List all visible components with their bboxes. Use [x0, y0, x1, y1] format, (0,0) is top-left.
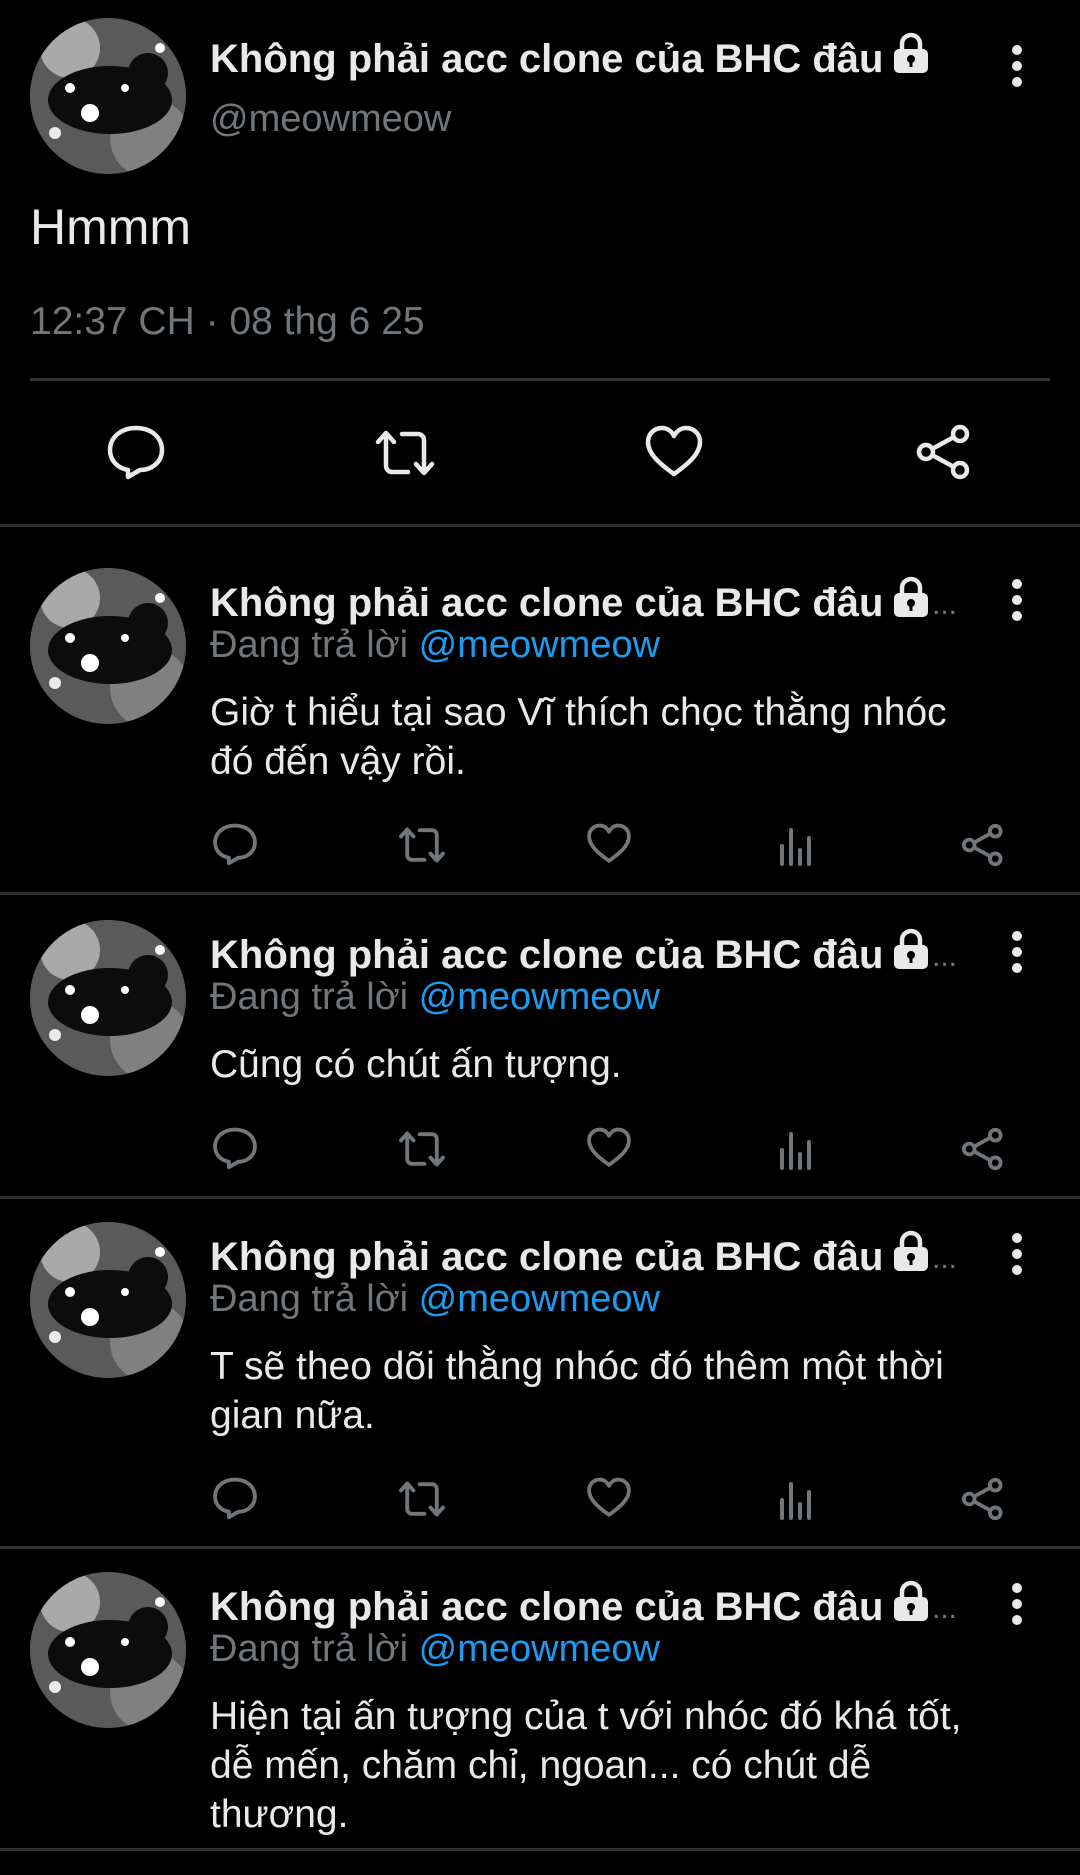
tweet-text: Hiện tại ấn tượng của t với nhóc đó khá …: [210, 1692, 962, 1839]
divider: [0, 1848, 1080, 1851]
share-icon[interactable]: [960, 1476, 1006, 1522]
tweet-timestamp: 12:37 CH · 08 thg 6 25: [30, 300, 425, 343]
author-name-text: Không phải acc clone của BHC đâu: [210, 581, 884, 625]
author-name[interactable]: Không phải acc clone của BHC đâu: [210, 928, 931, 980]
author-name[interactable]: Không phải acc clone của BHC đâu: [210, 576, 931, 628]
tweet-text-line: gian nữa.: [210, 1394, 375, 1437]
tweet-text-line: dễ mến, chăm chỉ, ngoan... có chút dễ: [210, 1744, 872, 1787]
reply-prefix: Đang trả lời: [210, 976, 409, 1018]
lock-icon: [891, 32, 931, 84]
truncation-ellipsis: ...: [932, 1592, 958, 1625]
like-icon[interactable]: [644, 424, 704, 480]
tweet-text-line: Giờ t hiểu tại sao Vĩ thích chọc thằng n…: [210, 691, 947, 734]
avatar[interactable]: [30, 568, 186, 724]
divider: [0, 892, 1080, 895]
tweet-text-line: T sẽ theo dõi thằng nhóc đó thêm một thờ…: [210, 1345, 944, 1388]
author-name[interactable]: Không phải acc clone của BHC đâu: [210, 1580, 931, 1632]
tweet-text-line: thương.: [210, 1793, 349, 1836]
tweet-text-line: Cũng có chút ấn tượng.: [210, 1043, 622, 1086]
reply-prefix: Đang trả lời: [210, 624, 409, 666]
more-options-icon[interactable]: [1000, 576, 1040, 626]
mention-link[interactable]: @meowmeow: [419, 1278, 660, 1320]
share-icon[interactable]: [960, 822, 1006, 868]
lock-icon: [891, 928, 931, 980]
truncation-ellipsis: ...: [932, 940, 958, 973]
like-icon[interactable]: [586, 822, 632, 866]
lock-icon: [891, 576, 931, 628]
tweet-text-line: đó đến vậy rồi.: [210, 740, 466, 783]
author-name[interactable]: Không phải acc clone của BHC đâu: [210, 1230, 931, 1282]
retweet-icon[interactable]: [372, 426, 438, 480]
author-name-text: Không phải acc clone của BHC đâu: [210, 1235, 884, 1279]
mention-link[interactable]: @meowmeow: [419, 976, 660, 1018]
reply-prefix: Đang trả lời: [210, 1278, 409, 1320]
lock-icon: [891, 1230, 931, 1282]
author-name-text: Không phải acc clone của BHC đâu: [210, 933, 884, 977]
tweet-text: Giờ t hiểu tại sao Vĩ thích chọc thằng n…: [210, 688, 947, 786]
more-options-icon[interactable]: [1000, 1580, 1040, 1630]
truncation-ellipsis: ...: [932, 1242, 958, 1275]
avatar[interactable]: [30, 18, 186, 174]
reply-prefix: Đang trả lời: [210, 1628, 409, 1670]
tweet-text: T sẽ theo dõi thằng nhóc đó thêm một thờ…: [210, 1342, 944, 1440]
truncation-ellipsis: ...: [932, 588, 958, 621]
reply-icon[interactable]: [212, 1476, 258, 1520]
reply-context: Đang trả lời @meowmeow: [210, 624, 660, 667]
avatar[interactable]: [30, 1572, 186, 1728]
more-options-icon[interactable]: [1000, 42, 1040, 92]
reply-context: Đang trả lời @meowmeow: [210, 976, 660, 1019]
mention-link[interactable]: @meowmeow: [419, 624, 660, 666]
lock-icon: [891, 1580, 931, 1632]
divider: [0, 1546, 1080, 1549]
reply-icon[interactable]: [106, 424, 166, 480]
retweet-icon[interactable]: [396, 1128, 448, 1170]
avatar[interactable]: [30, 920, 186, 1076]
reply-icon[interactable]: [212, 822, 258, 866]
author-name-text: Không phải acc clone của BHC đâu: [210, 1585, 884, 1629]
like-icon[interactable]: [586, 1476, 632, 1520]
author-name-text: Không phải acc clone của BHC đâu: [210, 37, 884, 81]
author-handle[interactable]: @meowmeow: [210, 98, 451, 141]
avatar[interactable]: [30, 1222, 186, 1378]
retweet-icon[interactable]: [396, 824, 448, 866]
divider: [0, 524, 1080, 527]
views-icon[interactable]: [776, 1128, 816, 1170]
share-icon[interactable]: [960, 1126, 1006, 1172]
divider: [30, 378, 1050, 381]
tweet-text: Hmmm: [30, 199, 192, 255]
share-icon[interactable]: [914, 422, 974, 482]
divider: [0, 1196, 1080, 1199]
reply-context: Đang trả lời @meowmeow: [210, 1628, 660, 1671]
reply-icon[interactable]: [212, 1126, 258, 1170]
views-icon[interactable]: [776, 824, 816, 866]
retweet-icon[interactable]: [396, 1478, 448, 1520]
like-icon[interactable]: [586, 1126, 632, 1170]
views-icon[interactable]: [776, 1478, 816, 1520]
mention-link[interactable]: @meowmeow: [419, 1628, 660, 1670]
more-options-icon[interactable]: [1000, 928, 1040, 978]
author-name[interactable]: Không phải acc clone của BHC đâu: [210, 32, 931, 84]
more-options-icon[interactable]: [1000, 1230, 1040, 1280]
tweet-text: Cũng có chút ấn tượng.: [210, 1040, 622, 1089]
tweet-text-line: Hiện tại ấn tượng của t với nhóc đó khá …: [210, 1695, 962, 1738]
reply-context: Đang trả lời @meowmeow: [210, 1278, 660, 1321]
